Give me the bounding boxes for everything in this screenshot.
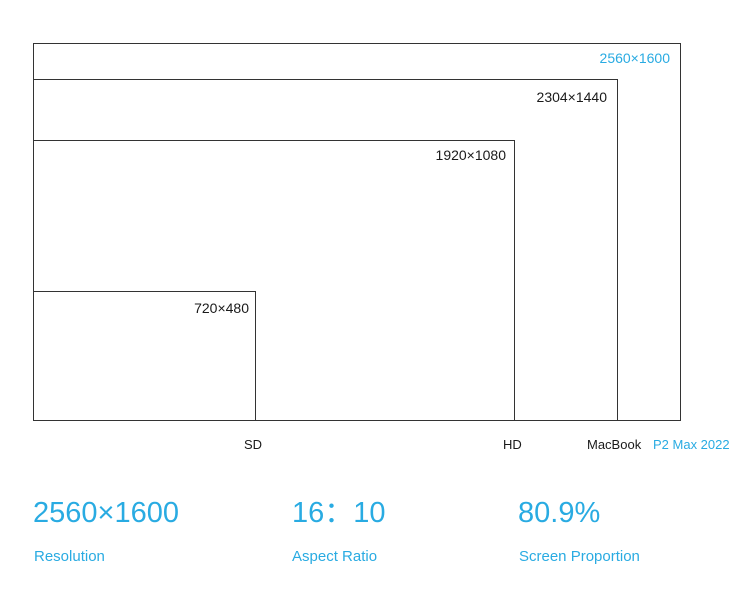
axis-label-sd: SD <box>244 437 263 452</box>
axis-label-hd: HD <box>503 437 522 452</box>
resolution-label-hd: 1920×1080 <box>435 147 506 163</box>
stat-label: Screen Proportion <box>519 548 640 565</box>
stat-label: Aspect Ratio <box>292 548 378 565</box>
stat-label: Resolution <box>34 548 105 565</box>
stat-value: 16：10 <box>292 497 386 529</box>
resolution-label-sd: 720×480 <box>194 300 249 316</box>
resolution-label-p2max: 2560×1600 <box>599 50 670 66</box>
stat-value: 80.9% <box>518 497 601 529</box>
resolution-label-macbook: 2304×1440 <box>536 89 607 105</box>
axis-label-macbook: MacBook <box>587 437 642 452</box>
axis-label-p2max: P2 Max 2022 <box>653 437 730 452</box>
stat-value: 2560×1600 <box>33 497 179 529</box>
resolution-box-sd: 720×480 <box>33 291 256 421</box>
